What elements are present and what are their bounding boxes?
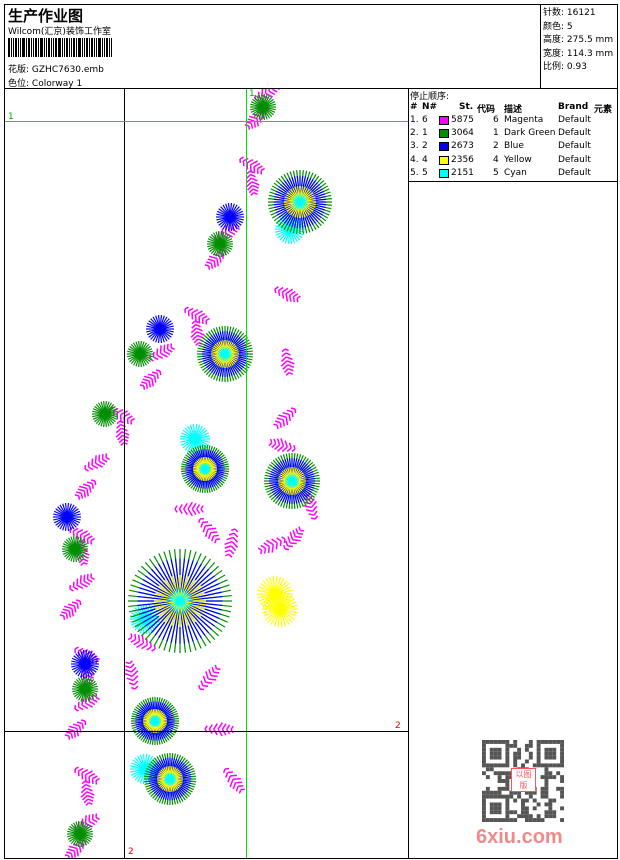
cell-st: 5875 [451,115,474,125]
divider [408,88,409,859]
col-n: N# [422,102,438,112]
info-value: 0.93 [566,62,587,72]
table-row: 1. 6 5875 6 Magenta Default [410,115,615,128]
info-value: 275.5 mm [566,35,614,45]
info-4: 比例: 0.93 [543,59,587,72]
cell-st: 2673 [451,141,474,152]
cell-brand: Default [558,115,591,125]
colorway-label: 色位: [8,79,30,89]
table-row: 4. 4 2356 4 Yellow Default [410,155,615,168]
info-label: 颜色: [543,21,565,32]
color-swatch [439,116,449,125]
cell-brand: Default [558,154,591,165]
cell-desc: Cyan [504,167,527,178]
color-swatch [439,155,449,165]
cell-idx: 2. [410,128,419,139]
embroidery-preview [53,89,332,858]
cell-desc: Magenta [504,115,544,125]
cell-n: 6 [422,115,428,125]
color-swatch [439,129,449,139]
cell-desc: Blue [504,141,524,152]
colorway-value: Colorway 1 [31,79,83,89]
col-idx: # [410,102,418,112]
col-element: 元素 [594,105,613,115]
cell-desc: Yellow [504,154,532,165]
info-value: 16121 [566,8,596,18]
guide-line-v [124,89,125,858]
cell-n: 5 [422,167,428,178]
info-label: 宽度: [543,48,565,59]
cell-code: 5 [493,167,499,178]
stop-sequence-title: 停止顺序: [410,92,450,102]
info-value: 5 [566,21,573,32]
col-code: 代码 [477,105,496,115]
guide-label: 1 [249,89,255,99]
color-swatch [439,168,449,178]
company-name: Wilcom(汇京)装饰工作室 [8,27,111,37]
col-brand: Brand [558,102,589,112]
info-value: 114.3 mm [566,48,614,59]
table-row: 2. 1 3064 1 Dark Green Default [410,128,615,141]
divider [408,181,618,182]
guide-line-h-green [5,121,408,122]
table-row: 5. 5 2151 5 Cyan Default [410,168,615,181]
info-label: 比例: [543,62,565,72]
cell-n: 2 [422,141,428,152]
cell-idx: 3. [410,141,419,152]
cell-n: 1 [422,128,428,139]
cell-code: 6 [493,115,499,125]
info-2: 高度: 275.5 mm [543,32,613,45]
watermark: 6xiu.com [476,826,563,848]
barcode [8,38,151,57]
colorway: 色位: Colorway 1 [8,76,82,89]
info-0: 针数: 16121 [543,5,596,18]
divider [540,4,541,88]
info-1: 颜色: 5 [543,19,573,32]
cell-brand: Default [558,167,591,178]
cell-desc: Dark Green [504,128,556,139]
cell-idx: 1. [410,115,419,125]
col-desc: 描述 [504,105,523,115]
info-label: 高度: [543,35,565,45]
cell-idx: 4. [410,154,419,165]
cell-brand: Default [558,128,591,139]
cell-n: 4 [422,154,428,165]
cell-brand: Default [558,141,591,152]
guide-label: 2 [395,721,401,731]
guide-label: 1 [8,112,14,122]
info-label: 针数: [543,8,565,18]
design-value: GZHC7630.emb [31,65,104,75]
design-label: 花版: [8,65,30,75]
guide-label: 2 [128,847,134,857]
guide-line-v-green [246,89,247,858]
table-header: # N# St. 代码 描述 Brand 元素 [410,102,615,115]
cell-st: 2356 [451,154,474,165]
cell-st: 3064 [451,128,474,139]
cell-code: 2 [493,141,499,152]
cell-code: 4 [493,154,499,165]
design-file: 花版: GZHC7630.emb [8,62,104,75]
table-row: 3. 2 2673 2 Blue Default [410,141,615,154]
info-3: 宽度: 114.3 mm [543,46,613,59]
cell-idx: 5. [410,167,419,178]
col-st: St. [459,102,474,112]
stamp-logo: 以图版 [511,768,536,792]
color-swatch [439,142,449,152]
cell-st: 2151 [451,167,474,178]
guide-line-h [5,731,408,732]
page-title: 生产作业图 [8,7,84,25]
cell-code: 1 [493,128,499,139]
